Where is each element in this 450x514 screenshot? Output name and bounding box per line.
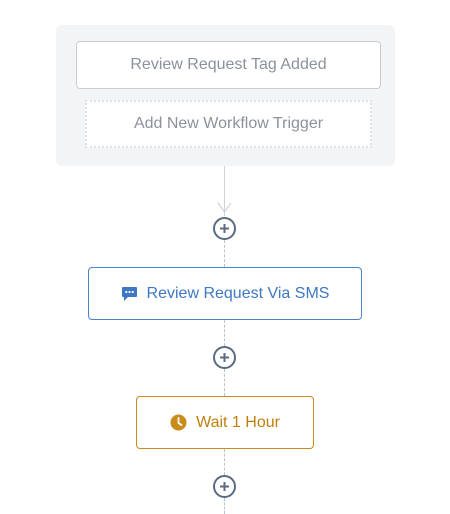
plus-icon	[220, 353, 229, 362]
plus-icon	[220, 224, 229, 233]
plus-icon	[220, 482, 229, 491]
action-card-wait[interactable]: Wait 1 Hour	[136, 396, 314, 449]
trigger-label: Review Request Tag Added	[130, 56, 327, 73]
trigger-card[interactable]: Review Request Tag Added	[76, 41, 381, 89]
connector-line	[224, 320, 225, 346]
add-trigger-label: Add New Workflow Trigger	[133, 115, 324, 132]
add-step-button[interactable]	[213, 475, 236, 498]
action-label: Review Request Via SMS	[146, 284, 330, 302]
add-step-button[interactable]	[213, 346, 236, 369]
arrow-down-icon	[217, 202, 232, 214]
add-step-button[interactable]	[213, 217, 236, 240]
action-label: Wait 1 Hour	[196, 413, 280, 431]
connector-line	[224, 449, 225, 475]
add-trigger-button[interactable]: Add New Workflow Trigger	[85, 100, 372, 148]
chat-bubble-icon	[121, 286, 138, 302]
connector-line	[224, 498, 225, 514]
connector-line	[224, 369, 225, 396]
action-card-sms[interactable]: Review Request Via SMS	[88, 267, 362, 320]
connector-line	[224, 240, 225, 267]
clock-icon	[170, 414, 187, 431]
trigger-panel: Review Request Tag Added Add New Workflo…	[56, 25, 395, 166]
